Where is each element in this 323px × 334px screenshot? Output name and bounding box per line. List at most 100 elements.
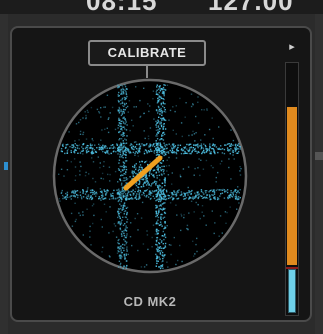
scope-point bbox=[120, 200, 122, 203]
scope-point bbox=[75, 175, 77, 177]
chevron-right-icon[interactable]: ▸ bbox=[285, 40, 299, 54]
scope-point bbox=[184, 116, 186, 118]
scope-point bbox=[239, 197, 241, 199]
scope-point bbox=[184, 147, 186, 149]
scope-point bbox=[161, 165, 163, 168]
scope-point bbox=[182, 195, 185, 198]
right-edge-handle[interactable] bbox=[315, 152, 323, 160]
scope-point bbox=[114, 170, 117, 173]
scope-point bbox=[157, 153, 159, 156]
scope-point bbox=[135, 168, 137, 171]
scope-point bbox=[122, 132, 125, 134]
scope-point bbox=[162, 93, 165, 95]
scope-point bbox=[240, 168, 242, 170]
scope-point bbox=[120, 211, 122, 214]
scope-point bbox=[126, 105, 129, 108]
scope-point bbox=[126, 241, 128, 243]
scope-point bbox=[208, 194, 211, 196]
scope-point bbox=[128, 149, 130, 151]
scope-point bbox=[154, 233, 157, 235]
scope-point bbox=[190, 146, 192, 148]
scope-point bbox=[127, 253, 129, 256]
scope-point bbox=[71, 146, 73, 149]
scope-point bbox=[212, 166, 214, 169]
scope-point bbox=[78, 212, 80, 214]
scope-point bbox=[62, 145, 64, 147]
scope-point bbox=[118, 169, 120, 171]
scope-point bbox=[123, 126, 125, 128]
scope-point bbox=[86, 208, 88, 210]
scope-point bbox=[118, 150, 120, 153]
scope-point bbox=[71, 225, 74, 227]
scope-point bbox=[72, 144, 74, 146]
scope-point bbox=[77, 196, 79, 199]
scope-point bbox=[100, 218, 102, 221]
scope-point bbox=[201, 195, 203, 197]
scope-point bbox=[175, 263, 177, 266]
scope-point bbox=[162, 260, 164, 262]
scope-point bbox=[120, 134, 122, 136]
scope-point bbox=[146, 152, 149, 154]
scope-point bbox=[165, 198, 167, 201]
scope-point bbox=[152, 170, 155, 172]
scope-point bbox=[163, 107, 166, 109]
scope-point bbox=[187, 194, 189, 196]
scope-point bbox=[189, 143, 192, 145]
scope-point bbox=[118, 246, 120, 249]
scope-point bbox=[124, 146, 127, 148]
scope-point bbox=[117, 216, 119, 219]
scope-point bbox=[130, 196, 133, 199]
scope-point bbox=[99, 190, 102, 193]
scope-point bbox=[230, 143, 232, 146]
scope-point bbox=[225, 144, 227, 146]
scope-point bbox=[141, 143, 143, 145]
scope-point bbox=[145, 174, 148, 176]
scope-point bbox=[158, 197, 160, 199]
scope-point bbox=[109, 256, 111, 258]
scope-point bbox=[135, 196, 137, 198]
scope-point bbox=[72, 191, 74, 193]
scope-point bbox=[163, 169, 165, 171]
scope-point bbox=[138, 166, 141, 168]
scope-point bbox=[121, 150, 123, 152]
scope-point bbox=[159, 258, 161, 260]
scope-point bbox=[156, 244, 158, 246]
scope-point bbox=[91, 153, 93, 155]
calibrate-button[interactable]: CALIBRATE bbox=[88, 40, 206, 66]
scope-point bbox=[164, 152, 166, 154]
scope-point bbox=[181, 193, 183, 195]
scope-point bbox=[180, 191, 183, 193]
scope-point bbox=[188, 143, 191, 146]
scope-point bbox=[124, 109, 126, 111]
scope-point bbox=[161, 251, 164, 254]
scope-point bbox=[221, 160, 223, 162]
scope-point bbox=[127, 111, 129, 113]
scope-point bbox=[236, 208, 238, 210]
scope-point bbox=[115, 236, 118, 238]
scope-point bbox=[123, 210, 126, 213]
scope-point bbox=[135, 172, 137, 175]
scope-point bbox=[121, 155, 123, 157]
scope-point bbox=[233, 191, 235, 193]
scope-point bbox=[232, 150, 234, 152]
scope-point bbox=[204, 190, 207, 192]
scope-point bbox=[219, 195, 221, 197]
scope-point bbox=[164, 84, 166, 86]
scope-point bbox=[186, 152, 189, 155]
scope-point bbox=[125, 195, 128, 197]
scope-point bbox=[117, 148, 119, 150]
scope-point bbox=[212, 147, 214, 150]
scope-point bbox=[120, 221, 122, 223]
scope-point bbox=[206, 109, 208, 111]
scope-point bbox=[99, 188, 102, 190]
scope-point bbox=[155, 172, 157, 174]
scope-point bbox=[129, 129, 131, 132]
scope-point bbox=[226, 147, 229, 149]
scope-point bbox=[125, 102, 127, 105]
scope-point bbox=[122, 191, 124, 193]
scope-point bbox=[86, 151, 88, 153]
scope-point bbox=[100, 177, 102, 180]
scope-point bbox=[223, 148, 226, 151]
scope-point bbox=[184, 198, 186, 200]
scope-point bbox=[200, 143, 203, 145]
